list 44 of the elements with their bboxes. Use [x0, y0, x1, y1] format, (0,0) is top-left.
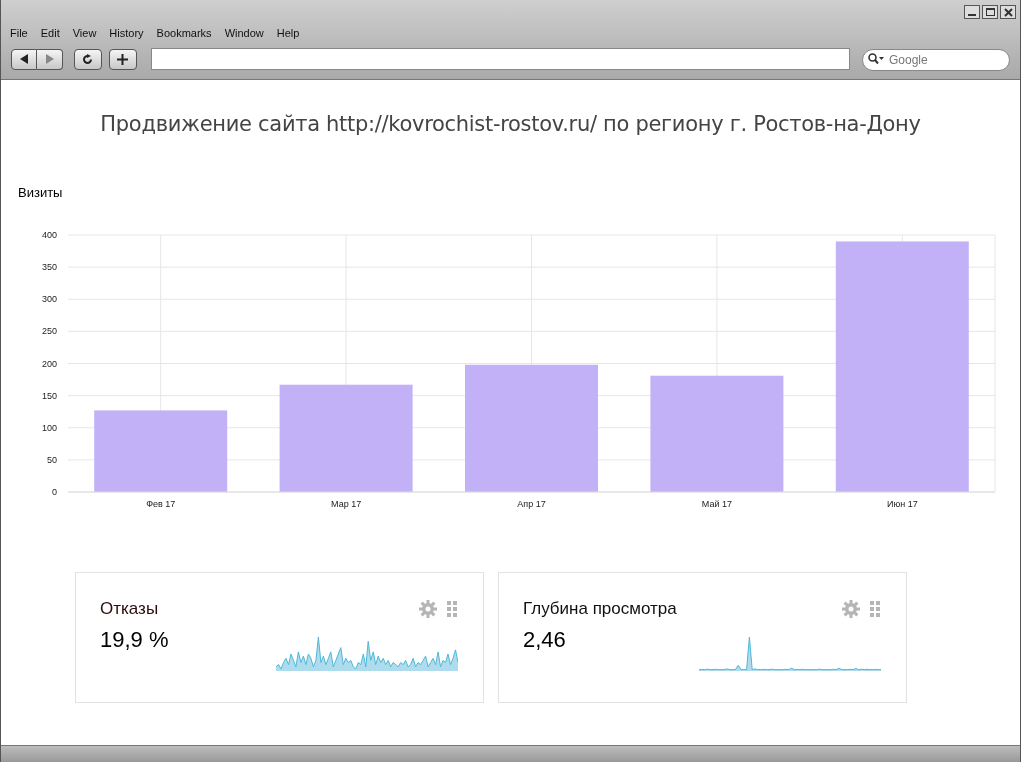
chart-title: Визиты [18, 186, 63, 200]
y-tick-label: 300 [41, 294, 57, 305]
x-tick-label: Фев 17 [146, 499, 176, 509]
y-tick-label: 150 [41, 390, 57, 401]
minimize-button[interactable] [964, 5, 980, 19]
maximize-button[interactable] [982, 5, 998, 19]
left-triangle-icon [19, 54, 29, 64]
menu-item[interactable]: Help [276, 25, 300, 42]
y-tick-label: 200 [41, 358, 57, 369]
y-tick-label: 250 [41, 326, 57, 337]
close-icon [1003, 7, 1013, 17]
back-button[interactable] [11, 48, 37, 70]
reload-icon [82, 53, 94, 65]
page-title: Продвижение сайта http://kovrochist-rostov.ru/ по региону г. Ростов-на-Дону [99, 111, 922, 138]
y-tick-label: 350 [41, 262, 57, 273]
new-tab-button[interactable] [108, 48, 137, 70]
metric-value: 19,9 % [100, 627, 169, 653]
x-tick-label: Май 17 [701, 499, 732, 509]
y-tick-label: 50 [47, 454, 57, 465]
metric-value: 2,46 [523, 627, 566, 653]
menu-item[interactable]: Window [224, 25, 264, 42]
x-tick-label: Мар 17 [331, 499, 362, 509]
drag-handle-icon[interactable] [447, 601, 457, 617]
drag-handle-icon[interactable] [870, 601, 880, 617]
y-tick-label: 100 [41, 422, 57, 433]
y-tick-label: 0 [52, 487, 57, 497]
menu-item[interactable]: History [109, 25, 144, 42]
close-button[interactable] [1000, 5, 1016, 19]
reload-button[interactable] [74, 48, 102, 70]
forward-button[interactable] [37, 48, 63, 70]
menu-item[interactable]: Bookmarks [156, 25, 212, 42]
address-field[interactable] [150, 48, 850, 70]
right-triangle-icon [45, 54, 54, 64]
menu-item[interactable]: File [10, 25, 28, 42]
x-tick-label: Апр 17 [517, 499, 546, 509]
y-tick-label: 400 [41, 230, 57, 240]
metric-title[interactable]: Отказы [100, 599, 159, 619]
plus-icon [117, 53, 129, 65]
menu-item[interactable]: View [72, 25, 97, 42]
search-field[interactable]: Google [862, 49, 1010, 71]
search-icon [868, 53, 884, 64]
metric-title[interactable]: Глубина просмотра [523, 599, 677, 619]
menu-item[interactable]: Edit [40, 25, 60, 42]
x-tick-label: Июн 17 [886, 499, 918, 509]
